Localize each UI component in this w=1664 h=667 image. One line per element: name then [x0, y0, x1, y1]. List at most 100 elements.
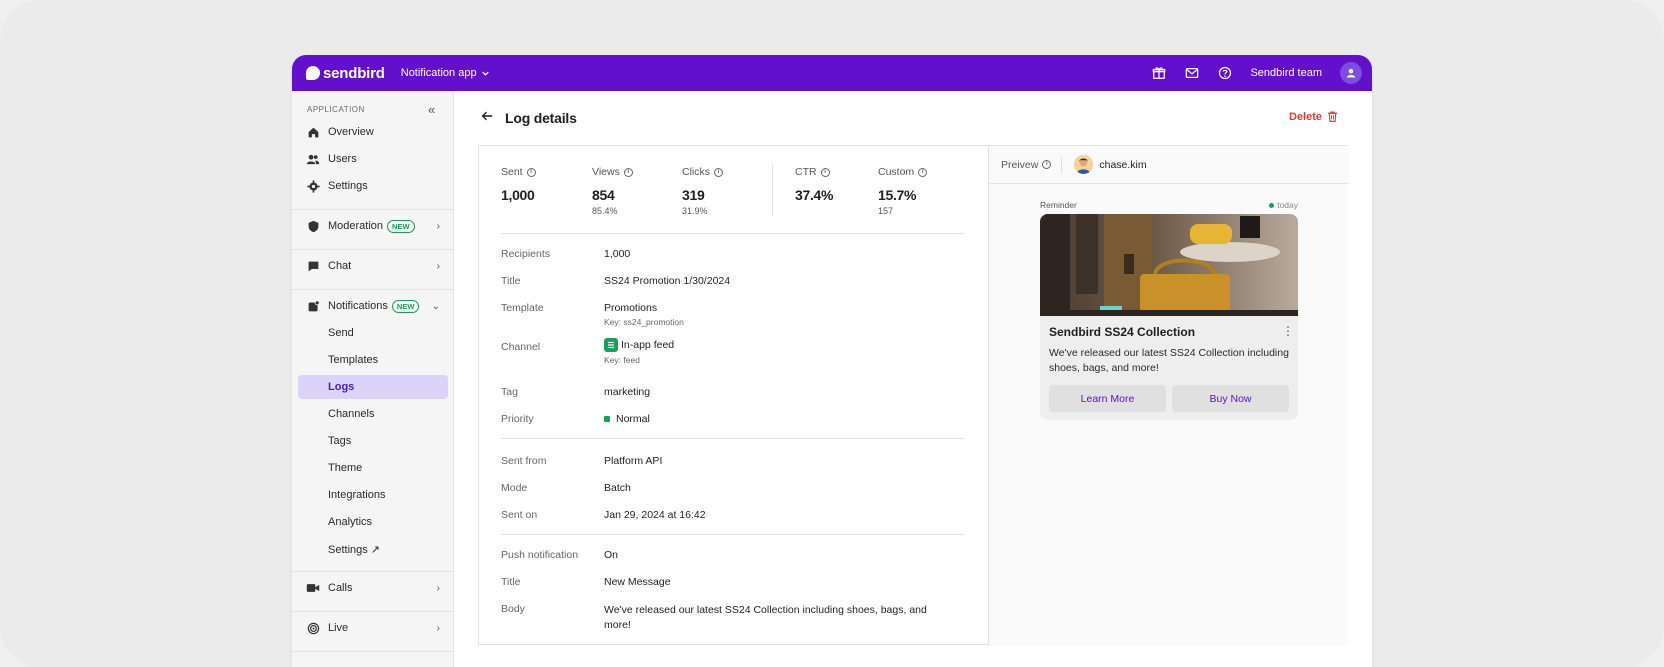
stat-value: 37.4%: [795, 187, 834, 203]
sidebar-item-label: Users: [328, 153, 357, 165]
gear-icon: [306, 179, 320, 193]
video-icon: [306, 581, 320, 595]
sendbird-logo-icon: [306, 66, 320, 80]
gift-icon[interactable]: [1151, 66, 1166, 81]
card-title: Sendbird SS24 Collection: [1049, 325, 1196, 339]
mail-icon[interactable]: [1184, 66, 1199, 81]
chevron-down-icon: ⌄: [431, 300, 440, 312]
main-content: Log details Delete Sent i 1,000 Views i 85…: [454, 91, 1372, 667]
notification-icon: [306, 299, 320, 313]
stat-subvalue: 157: [878, 206, 894, 216]
stat-value: 15.7%: [878, 187, 917, 203]
section-divider: [501, 534, 965, 535]
chevron-down-icon: [481, 71, 489, 76]
top-bar: sendbird Notification app Sendbird team: [292, 55, 1372, 91]
push-body-label: Body: [501, 603, 525, 615]
stats-divider: [772, 164, 773, 216]
sidebar-divider: [292, 249, 454, 250]
new-badge: NEW: [387, 219, 415, 233]
info-icon[interactable]: i: [1042, 160, 1052, 169]
section-divider: [501, 438, 965, 439]
sidebar-subitem-templates[interactable]: Templates: [298, 348, 448, 372]
sidebar-subitem-send[interactable]: Send: [298, 321, 448, 345]
card-time: today: [1277, 200, 1298, 210]
trash-icon: [1328, 111, 1337, 122]
sent-from-value: Platform API: [604, 455, 663, 467]
sidebar-item-users[interactable]: Users: [298, 147, 448, 171]
sidebar-subitem-logs[interactable]: Logs: [298, 375, 448, 399]
sent-on-value: Jan 29, 2024 at 16:42: [604, 509, 706, 521]
card-category: Reminder: [1040, 200, 1077, 210]
log-details-panel: Sent i 1,000 Views i 854 85.4% Clicks i 319…: [478, 145, 1349, 646]
sidebar: APPLICATION « Overview Users Settings Mo…: [292, 91, 454, 667]
buy-now-button[interactable]: Buy Now: [1172, 385, 1289, 412]
sidebar-item-label: Live: [328, 622, 349, 634]
push-notification-value: On: [604, 549, 619, 561]
sidebar-divider: [292, 571, 454, 572]
user-avatar[interactable]: [1340, 62, 1362, 84]
sidebar-subitem-analytics[interactable]: Analytics: [298, 510, 448, 534]
stat-value: 854: [592, 187, 615, 203]
screen-background: sendbird Notification app Sendbird team: [0, 0, 1664, 667]
sidebar-item-notifications[interactable]: Notifications NEW ⌄: [298, 294, 448, 318]
template-name[interactable]: Promotions: [604, 302, 684, 314]
chevron-right-icon: ›: [436, 220, 440, 232]
sidebar-item-calls[interactable]: Calls ›: [298, 576, 448, 600]
learn-more-button[interactable]: Learn More: [1049, 385, 1166, 412]
sidebar-subitem-tags[interactable]: Tags: [298, 429, 448, 453]
sidebar-subitem-integrations[interactable]: Integrations: [298, 483, 448, 507]
stat-label: CTR: [795, 166, 817, 178]
priority-dot: [604, 416, 610, 423]
sent-on-label: Sent on: [501, 509, 538, 521]
app-selector[interactable]: Notification app: [401, 67, 490, 79]
stat-sent: Sent i 1,000: [501, 166, 536, 203]
back-arrow-icon[interactable]: [480, 109, 494, 128]
stat-custom: Custom i 15.7% 157: [878, 166, 928, 216]
user-avatar[interactable]: [1074, 155, 1094, 174]
channel-name: In-app feed: [621, 338, 675, 351]
sidebar-item-settings[interactable]: Settings: [298, 174, 448, 198]
sidebar-divider: [292, 651, 454, 652]
sidebar-subitem-theme[interactable]: Theme: [298, 456, 448, 480]
sent-from-label: Sent from: [501, 455, 547, 467]
live-icon: [306, 621, 320, 635]
sendbird-logo[interactable]: sendbird: [306, 65, 385, 82]
info-icon[interactable]: i: [918, 167, 928, 177]
stat-value: 1,000: [501, 187, 535, 203]
title-value: SS24 Promotion 1/30/2024: [604, 275, 731, 287]
sidebar-item-overview[interactable]: Overview: [298, 120, 448, 144]
app-window: sendbird Notification app Sendbird team: [292, 55, 1372, 667]
channel-key: Key: feed: [604, 355, 640, 365]
info-icon[interactable]: i: [623, 167, 633, 177]
more-vertical-icon[interactable]: ⋮: [1282, 324, 1294, 338]
help-icon[interactable]: [1217, 66, 1232, 81]
delete-button[interactable]: Delete: [1289, 110, 1339, 123]
collapse-sidebar-icon[interactable]: «: [428, 102, 435, 117]
stat-views: Views i 854 85.4%: [592, 166, 633, 216]
sidebar-subitem-settings[interactable]: Settings ↗: [298, 537, 448, 561]
info-icon[interactable]: i: [820, 167, 830, 177]
sidebar-item-label: Moderation: [328, 220, 384, 232]
sidebar-item-label: Calls: [328, 582, 353, 594]
info-icon[interactable]: i: [714, 167, 723, 177]
template-label: Template: [501, 302, 544, 314]
team-name[interactable]: Sendbird team: [1250, 67, 1322, 79]
priority-value: Normal: [604, 413, 650, 425]
notification-card[interactable]: Sendbird SS24 Collection ⋮ We've release…: [1040, 214, 1298, 420]
mode-value: Batch: [604, 482, 631, 494]
sidebar-item-live[interactable]: Live ›: [298, 616, 448, 640]
preview-user-name[interactable]: chase.kim: [1099, 159, 1146, 171]
stat-label: Views: [592, 166, 620, 178]
user-icon: [1346, 68, 1356, 78]
title-label: Title: [501, 275, 521, 287]
recipients-label: Recipients: [501, 248, 551, 260]
info-icon[interactable]: i: [526, 167, 536, 177]
sidebar-subitem-channels[interactable]: Channels: [298, 402, 448, 426]
sidebar-item-chat[interactable]: Chat ›: [298, 254, 448, 278]
channel-value: In-app feed Key: feed: [604, 338, 674, 365]
sidebar-item-label: Overview: [328, 126, 374, 138]
sidebar-item-label: Notifications: [328, 300, 388, 312]
card-body: We've released our latest SS24 Collectio…: [1049, 347, 1289, 374]
sidebar-item-moderation[interactable]: Moderation NEW ›: [298, 214, 448, 238]
home-icon: [306, 125, 320, 139]
